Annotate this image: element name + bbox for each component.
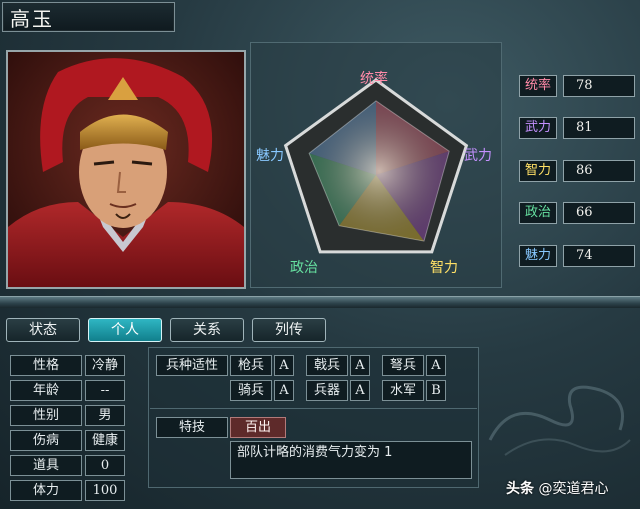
watermark-handle: @奕道君心 (538, 481, 609, 497)
attr-label-personality: 性格 (10, 355, 82, 376)
aptitude-unit-label: 兵器 (306, 380, 348, 401)
stat-value-intelligence: 86 (563, 160, 635, 182)
stat-value-charm: 74 (563, 245, 635, 267)
attr-label-items: 道具 (10, 455, 82, 476)
decorative-cloud-icon (488, 385, 631, 456)
radar-label-charm: 魅力 (256, 148, 284, 164)
tab-relations[interactable]: 关系 (170, 318, 244, 342)
skill-label: 特技 (156, 417, 228, 438)
stat-label-command: 统率 (519, 75, 557, 97)
stat-label-charm: 魅力 (519, 245, 557, 267)
character-portrait (6, 50, 246, 289)
stat-value-war: 81 (563, 117, 635, 139)
attr-label-age: 年龄 (10, 380, 82, 401)
aptitude-unit-label: 骑兵 (230, 380, 272, 401)
attr-value-stamina: 100 (85, 480, 125, 501)
radar-label-command: 统率 (360, 71, 388, 87)
radar-label-intelligence: 智力 (430, 260, 458, 276)
aptitude-unit-grade: A (274, 355, 294, 376)
portrait-illustration (8, 52, 244, 287)
panel-separator (150, 408, 477, 409)
aptitude-unit-grade: A (274, 380, 294, 401)
aptitude-unit-grade: A (350, 355, 370, 376)
watermark: 头条 @奕道君心 (506, 478, 608, 498)
attr-value-items: 0 (85, 455, 125, 476)
attr-label-injury: 伤病 (10, 430, 82, 451)
attr-value-personality: 冷静 (85, 355, 125, 376)
tab-personal[interactable]: 个人 (88, 318, 162, 342)
skill-value: 百出 (230, 417, 286, 438)
character-name: 高玉 (10, 7, 54, 31)
attr-value-age: -- (85, 380, 125, 401)
radar-label-war: 武力 (464, 148, 492, 164)
stat-label-politics: 政治 (519, 202, 557, 224)
aptitude-unit-grade: A (350, 380, 370, 401)
skill-description: 部队计略的消费气力变为 1 (230, 441, 472, 479)
attr-label-stamina: 体力 (10, 480, 82, 501)
aptitude-header: 兵种适性 (156, 355, 228, 376)
attr-value-injury: 健康 (85, 430, 125, 451)
aptitude-unit-label: 戟兵 (306, 355, 348, 376)
attr-label-gender: 性别 (10, 405, 82, 426)
tab-status[interactable]: 状态 (6, 318, 80, 342)
aptitude-unit-grade: B (426, 380, 446, 401)
aptitude-unit-label: 弩兵 (382, 355, 424, 376)
watermark-brand: 头条 (506, 481, 534, 497)
stat-value-command: 78 (563, 75, 635, 97)
tab-biography[interactable]: 列传 (252, 318, 326, 342)
aptitude-unit-label: 枪兵 (230, 355, 272, 376)
radar-label-politics: 政治 (290, 260, 318, 276)
aptitude-unit-label: 水军 (382, 380, 424, 401)
aptitude-unit-grade: A (426, 355, 446, 376)
stat-label-war: 武力 (519, 117, 557, 139)
section-divider (0, 296, 640, 308)
stat-value-politics: 66 (563, 202, 635, 224)
attr-value-gender: 男 (85, 405, 125, 426)
stat-label-intelligence: 智力 (519, 160, 557, 182)
